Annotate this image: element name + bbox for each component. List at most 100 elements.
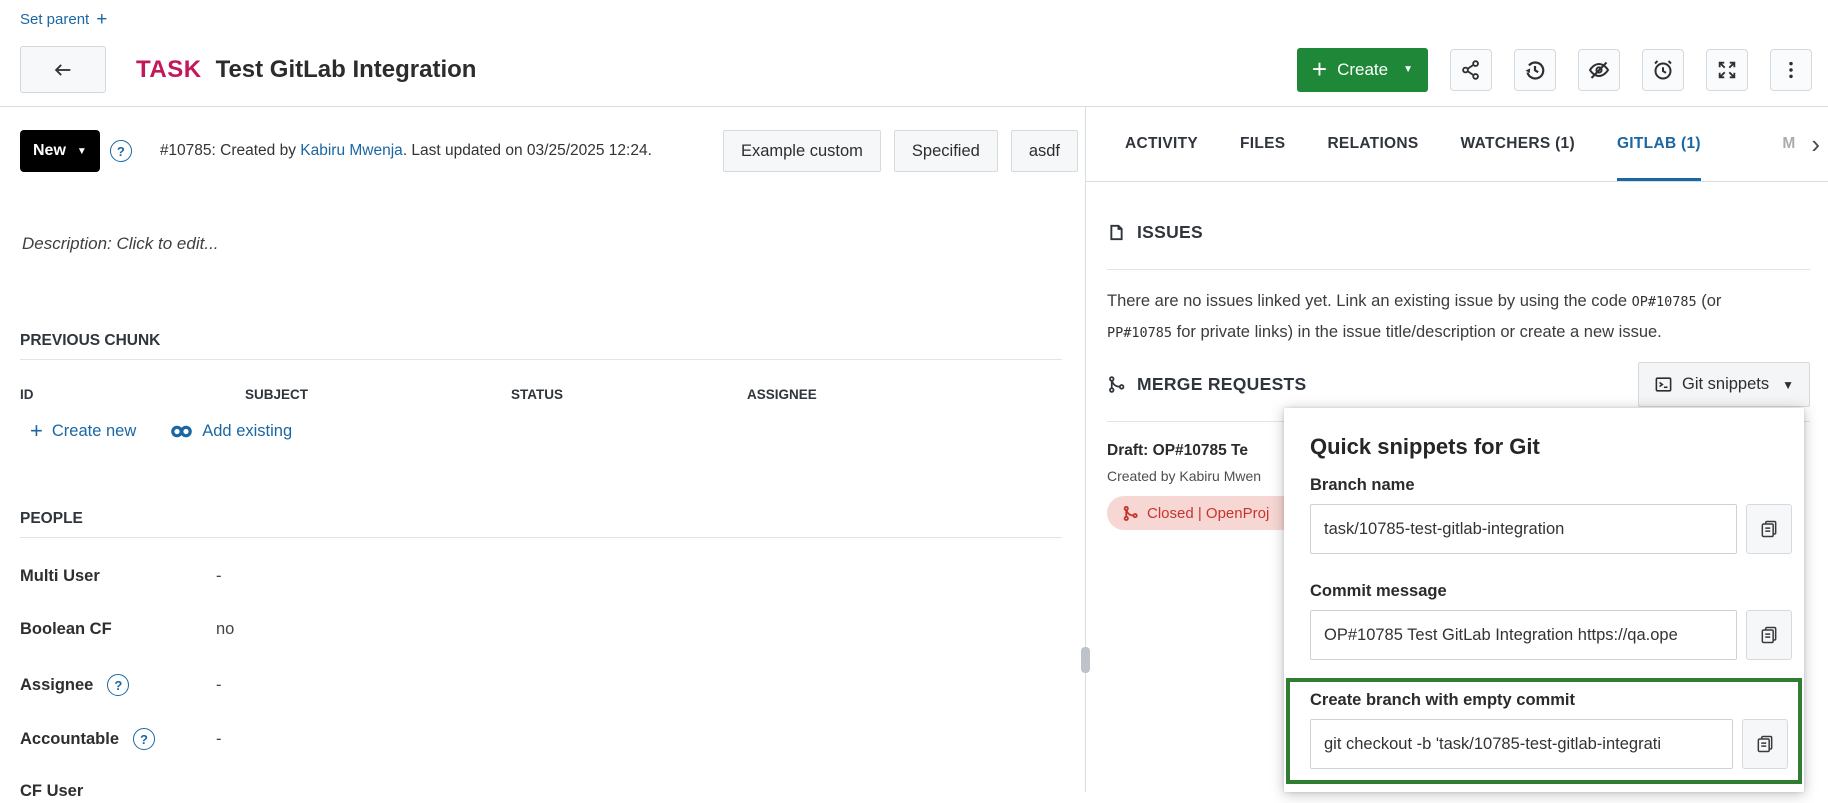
history-clock-icon (1523, 58, 1547, 82)
asdf-button[interactable]: asdf (1011, 130, 1078, 172)
reminder-button[interactable] (1642, 49, 1684, 91)
field-label: Boolean CF (20, 620, 216, 639)
work-package-type[interactable]: TASK (136, 56, 202, 84)
previous-chunk-heading: PREVIOUS CHUNK (20, 332, 160, 350)
column-header-status: STATUS (511, 387, 563, 402)
popup-title: Quick snippets for Git (1310, 434, 1792, 460)
field-label: CF User (20, 782, 216, 801)
status-label: New (33, 142, 66, 160)
chevron-right-icon[interactable]: › (1811, 131, 1820, 157)
create-button[interactable]: + Create ▼ (1297, 48, 1428, 92)
work-package-header: TASK Test GitLab Integration + Create ▼ (20, 46, 1812, 93)
set-parent-label: Set parent (20, 11, 89, 28)
kebab-icon (1780, 59, 1802, 81)
field-row-boolean-cf: Boolean CF no (20, 617, 234, 641)
op-code: OP#10785 (1632, 294, 1697, 310)
status-help-icon[interactable]: ? (110, 140, 132, 162)
copy-create-branch-button[interactable] (1742, 719, 1788, 769)
merge-request-icon (1122, 505, 1139, 522)
share-button[interactable] (1450, 49, 1492, 91)
issues-heading: ISSUES (1107, 222, 1810, 243)
section-divider (20, 359, 1062, 360)
merge-request-icon (1107, 375, 1126, 394)
terminal-icon (1654, 375, 1673, 394)
quick-snippets-popup: Quick snippets for Git Branch name Commi… (1284, 408, 1804, 792)
tab-files[interactable]: FILES (1240, 107, 1285, 181)
accountable-help-icon[interactable]: ? (133, 728, 155, 750)
copy-icon (1759, 519, 1779, 539)
field-row-cf-user: CF User (20, 779, 216, 803)
field-value[interactable]: no (216, 620, 234, 639)
create-new-link[interactable]: + Create new (30, 420, 136, 442)
field-value[interactable]: - (216, 676, 222, 695)
field-row-accountable: Accountable ? - (20, 727, 222, 751)
chevron-down-icon: ▼ (1782, 378, 1794, 392)
commit-message-input[interactable] (1310, 610, 1737, 660)
column-header-id: ID (20, 387, 34, 402)
create-button-label: Create (1337, 60, 1388, 80)
copy-commit-message-button[interactable] (1746, 610, 1792, 660)
detail-tabs: ACTIVITY FILES RELATIONS WATCHERS (1) GI… (1086, 107, 1828, 182)
section-divider (20, 537, 1062, 538)
description-field[interactable]: Description: Click to edit... (22, 234, 219, 254)
tab-activity[interactable]: ACTIVITY (1125, 107, 1198, 181)
people-heading: PEOPLE (20, 510, 83, 528)
example-custom-button[interactable]: Example custom (723, 130, 881, 172)
field-row-multi-user: Multi User - (20, 564, 222, 588)
baseline-history-button[interactable] (1514, 49, 1556, 91)
plus-icon: + (1312, 56, 1327, 82)
field-label: Multi User (20, 567, 216, 586)
assignee-help-icon[interactable]: ? (107, 674, 129, 696)
section-divider (1107, 269, 1810, 270)
column-header-subject: SUBJECT (245, 387, 308, 402)
set-parent-link[interactable]: Set parent + (20, 10, 107, 29)
chevron-down-icon: ▼ (77, 146, 87, 157)
more-menu-button[interactable] (1770, 49, 1812, 91)
eye-slash-icon (1587, 58, 1611, 82)
merge-requests-heading: MERGE REQUESTS (1107, 374, 1307, 395)
specified-button[interactable]: Specified (894, 130, 998, 172)
copy-icon (1755, 734, 1775, 754)
unwatch-button[interactable] (1578, 49, 1620, 91)
branch-name-group: Branch name (1310, 476, 1792, 554)
work-package-meta: #10785: Created by Kabiru Mwenja. Last u… (160, 142, 652, 160)
field-value[interactable]: - (216, 567, 222, 586)
issues-empty-text: There are no issues linked yet. Link an … (1107, 286, 1810, 348)
commit-message-group: Commit message (1310, 582, 1792, 660)
add-existing-link[interactable]: Add existing (170, 422, 292, 441)
plus-icon: + (96, 10, 107, 29)
merge-requests-header: MERGE REQUESTS Git snippets ▼ (1107, 362, 1810, 407)
author-link[interactable]: Kabiru Mwenja (300, 142, 403, 159)
field-label: Assignee ? (20, 674, 216, 696)
pp-code: PP#10785 (1107, 325, 1172, 341)
copy-branch-name-button[interactable] (1746, 504, 1792, 554)
branch-name-input[interactable] (1310, 504, 1737, 554)
create-branch-label: Create branch with empty commit (1310, 691, 1788, 710)
back-arrow-icon (52, 59, 74, 81)
panel-resize-handle[interactable] (1081, 647, 1090, 673)
back-button[interactable] (20, 46, 106, 93)
tab-watchers[interactable]: WATCHERS (1) (1461, 107, 1575, 181)
create-branch-group-highlighted: Create branch with empty commit (1286, 678, 1802, 784)
merge-request-status-badge: Closed | OpenProj (1107, 496, 1307, 530)
tab-overflow: M › (1782, 107, 1828, 181)
tab-gitlab[interactable]: GITLAB (1) (1617, 107, 1701, 181)
issues-icon (1107, 223, 1126, 242)
commit-message-label: Commit message (1310, 582, 1792, 601)
tab-truncated[interactable]: M (1782, 135, 1795, 153)
plus-icon: + (30, 420, 43, 442)
share-icon (1460, 59, 1482, 81)
alarm-clock-icon (1651, 58, 1675, 82)
status-dropdown[interactable]: New ▼ (20, 130, 100, 172)
fullscreen-button[interactable] (1706, 49, 1748, 91)
create-branch-command-input[interactable] (1310, 719, 1733, 769)
git-snippets-dropdown[interactable]: Git snippets ▼ (1638, 362, 1810, 407)
tab-relations[interactable]: RELATIONS (1327, 107, 1418, 181)
custom-attribute-buttons: Example custom Specified asdf (723, 130, 1078, 172)
column-header-assignee: ASSIGNEE (747, 387, 817, 402)
fullscreen-icon (1716, 59, 1738, 81)
link-icon (170, 424, 193, 439)
field-value[interactable]: - (216, 730, 222, 749)
relation-actions: + Create new Add existing (30, 420, 292, 442)
page-title[interactable]: Test GitLab Integration (216, 56, 477, 84)
